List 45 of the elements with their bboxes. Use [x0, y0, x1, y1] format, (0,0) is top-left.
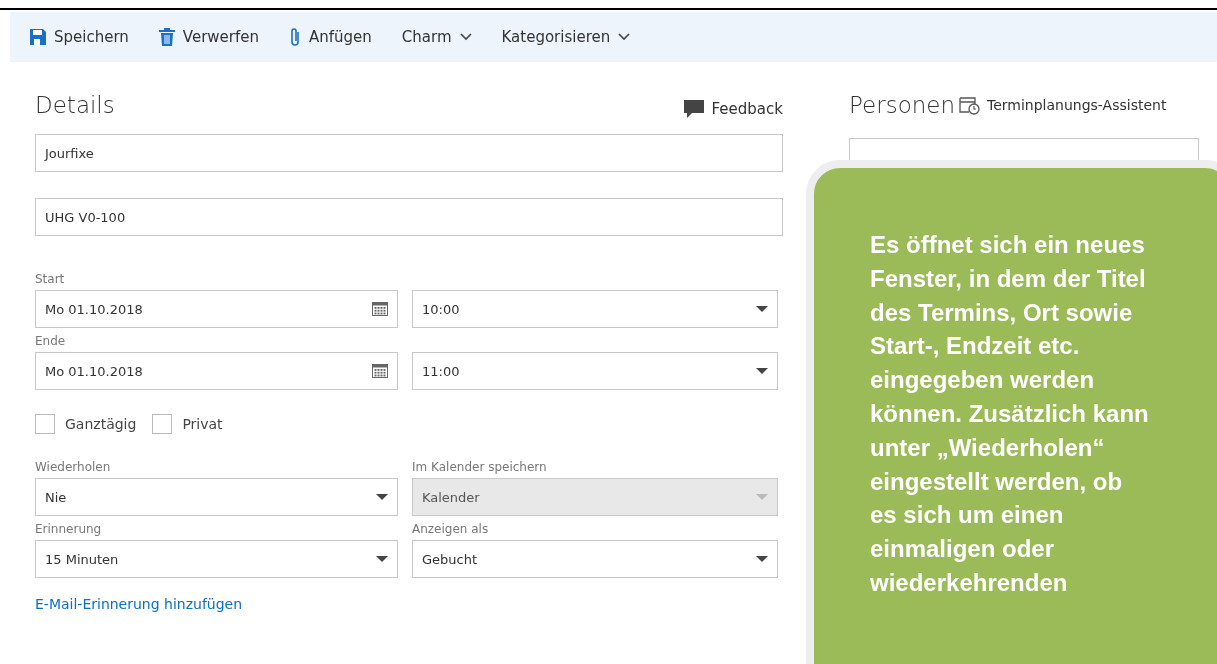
save-icon	[30, 29, 46, 45]
chevron-down-icon	[459, 33, 472, 41]
title-field[interactable]: Jourfixe	[35, 134, 783, 172]
field-label: Wiederholen	[35, 460, 112, 474]
callout-text: Es öffnet sich ein neues Fenster, in dem der Titel des Termins, Ort sowie Start-, Endzeit etc. eingegeben werden können. Zusätzlich kann unter „Wiederholen“ eingestellt werden, ob es sich um einen einmaligen oder wiederkehrenden	[870, 230, 1150, 598]
field-label: Ende	[35, 334, 67, 348]
dropdown-arrow-icon	[756, 368, 768, 374]
trash-icon	[158, 28, 175, 46]
feedback-button[interactable]: Feedback	[683, 100, 783, 118]
chevron-down-icon	[618, 33, 631, 41]
dropdown-arrow-icon	[376, 556, 388, 562]
scheduling-assistant-button[interactable]: Terminplanungs-Assistent	[959, 95, 1167, 115]
field-label: Im Kalender speichern	[412, 460, 548, 474]
calendar-clock-icon	[959, 95, 981, 115]
checkbox-label: Privat	[182, 416, 223, 432]
dropdown[interactable]: Nie	[35, 478, 398, 516]
dropdown-arrow-icon	[376, 494, 388, 500]
field-label: Start	[35, 272, 66, 286]
paperclip-icon	[289, 27, 301, 47]
checkbox[interactable]	[152, 414, 173, 434]
section-title: Details	[35, 92, 115, 118]
field-label: Erinnerung	[35, 522, 103, 536]
menu-button[interactable]: Charm	[401, 28, 472, 46]
dropdown-arrow-icon	[756, 306, 768, 312]
toolbar-button[interactable]: Anfügen	[289, 27, 372, 47]
calendar-icon	[372, 302, 388, 316]
dropdown-arrow-icon	[756, 494, 768, 500]
date-field[interactable]: Mo 01.10.2018	[35, 352, 398, 390]
location-field[interactable]: UHG V0-100	[35, 198, 783, 236]
section-title: Personen	[849, 92, 955, 118]
dropdown[interactable]: Gebucht	[412, 540, 778, 578]
checkbox[interactable]	[35, 414, 55, 434]
checkbox-label: Ganztägig	[65, 416, 137, 432]
menu-button[interactable]: Kategorisieren	[501, 28, 631, 46]
toolbar-button[interactable]: Speichern	[30, 28, 129, 46]
dropdown[interactable]: 15 Minuten	[35, 540, 398, 578]
dropdown-arrow-icon	[756, 556, 768, 562]
calendar-icon	[372, 364, 388, 378]
time-dropdown[interactable]: 10:00	[412, 290, 778, 328]
toolbar-button[interactable]: Verwerfen	[158, 28, 259, 46]
add-email-reminder-link[interactable]: E-Mail-Erinnerung hinzufügen	[35, 596, 783, 612]
time-dropdown[interactable]: 11:00	[412, 352, 778, 390]
field-label: Anzeigen als	[412, 522, 490, 536]
speech-bubble-icon	[683, 100, 704, 118]
date-field[interactable]: Mo 01.10.2018	[35, 290, 398, 328]
